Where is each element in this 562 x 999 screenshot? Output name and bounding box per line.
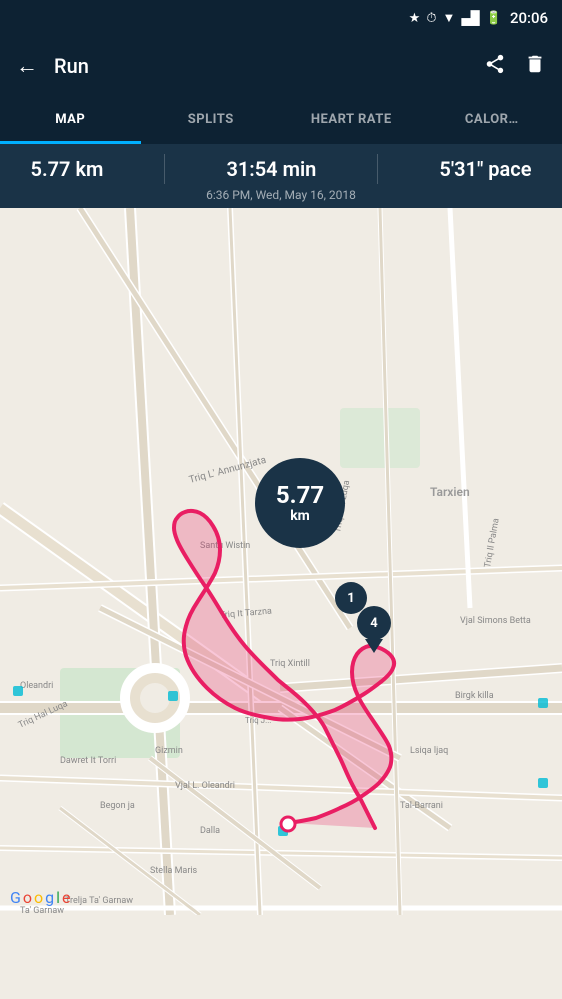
- stats-date: 6:36 PM, Wed, May 16, 2018: [206, 188, 356, 202]
- status-bar: ★ ⏱ ▼ ▄█ 🔋 20:06: [0, 0, 562, 36]
- page-title: Run: [54, 54, 484, 78]
- battery-icon: 🔋: [486, 11, 502, 26]
- svg-text:Birgk killa: Birgk killa: [455, 691, 494, 701]
- end-marker-4: 4: [357, 606, 391, 653]
- back-button[interactable]: ←: [16, 53, 38, 79]
- svg-text:Begon ja: Begon ja: [100, 801, 135, 811]
- google-watermark: Google: [10, 888, 71, 907]
- svg-text:Vjal L. Oleandri: Vjal L. Oleandri: [175, 781, 235, 791]
- status-icons: ★ ⏱ ▼ ▄█ 🔋: [409, 10, 502, 26]
- bluetooth-icon: ★: [409, 11, 421, 26]
- stat-pace: 5'31" pace: [439, 157, 531, 181]
- stats-divider-1: [164, 154, 165, 184]
- signal-icon: ▄█: [461, 10, 479, 26]
- share-icon[interactable]: [484, 53, 506, 80]
- tab-calories[interactable]: CALOR…: [422, 96, 562, 142]
- status-time: 20:06: [510, 9, 548, 27]
- svg-text:Tarxien: Tarxien: [430, 485, 470, 499]
- svg-text:Dalla: Dalla: [200, 826, 220, 836]
- stats-divider-2: [377, 154, 378, 184]
- stat-duration: 31:54 min: [226, 157, 316, 181]
- end-circle: 4: [357, 606, 391, 640]
- svg-text:Triq Xintill: Triq Xintill: [270, 659, 310, 669]
- svg-text:Stella Maris: Stella Maris: [150, 866, 198, 876]
- header-actions: [484, 53, 546, 80]
- tab-map[interactable]: MAP: [0, 96, 141, 142]
- svg-text:Vjal Simons Betta: Vjal Simons Betta: [460, 616, 531, 626]
- svg-text:Ta' Garnaw: Ta' Garnaw: [20, 906, 64, 915]
- distance-value: 5.77: [276, 482, 324, 508]
- svg-text:Tal-Barrani: Tal-Barrani: [400, 801, 443, 811]
- tab-bar: MAP SPLITS HEART RATE CALOR…: [0, 96, 562, 144]
- tab-heart-rate[interactable]: HEART RATE: [281, 96, 422, 142]
- distance-bubble: 5.77 km: [255, 458, 345, 548]
- svg-text:Gizmin: Gizmin: [155, 746, 183, 756]
- map-container[interactable]: Triq L' Annunzjata Triq Hal Luqa Santu W…: [0, 208, 562, 915]
- delete-icon[interactable]: [524, 53, 546, 80]
- wifi-icon: ▼: [442, 10, 455, 26]
- map-svg: Triq L' Annunzjata Triq Hal Luqa Santu W…: [0, 208, 562, 915]
- distance-unit: km: [290, 508, 310, 524]
- stats-bar: 5.77 km 31:54 min 5'31" pace 6:36 PM, We…: [0, 144, 562, 208]
- stat-distance: 5.77 km: [31, 157, 104, 181]
- svg-text:Dawret It Torri: Dawret It Torri: [60, 756, 116, 766]
- stats-row: 5.77 km 31:54 min 5'31" pace: [0, 154, 562, 184]
- svg-text:Trelja Ta' Garnaw: Trelja Ta' Garnaw: [65, 896, 133, 906]
- svg-text:Lsiqa ljaq: Lsiqa ljaq: [410, 746, 448, 756]
- app-header: ← Run: [0, 36, 562, 96]
- alarm-icon: ⏱: [426, 11, 436, 26]
- tab-splits[interactable]: SPLITS: [141, 96, 282, 142]
- svg-text:Oleandri: Oleandri: [20, 681, 53, 691]
- end-tail: [365, 639, 383, 653]
